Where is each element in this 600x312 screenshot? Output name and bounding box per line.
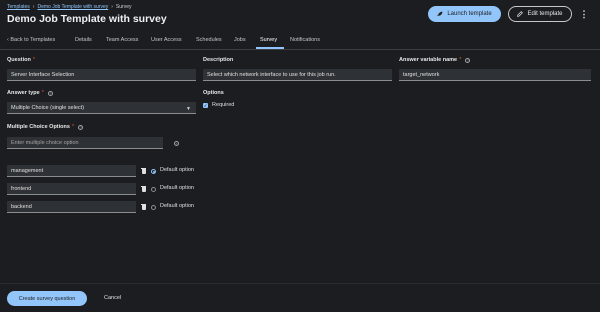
trash-icon[interactable] [141,203,146,210]
help-icon[interactable]: ? [47,90,53,96]
question-label: Question * [7,57,35,63]
pencil-icon [517,11,524,17]
options-label: Options [203,90,224,96]
create-survey-question-button[interactable]: Create survey question [7,291,87,306]
default-option-radio[interactable] [151,204,156,210]
answer-type-select[interactable]: Multiple Choice (single select) ▼ [7,102,196,114]
tab-jobs[interactable]: Jobs [234,37,246,43]
tab-bar: ‹ Back to Templates Details Team Access … [0,33,600,50]
tab-survey[interactable]: Survey [260,37,277,43]
default-option-label: Default option [160,185,194,191]
rocket-icon [437,11,443,17]
new-option-input[interactable]: Enter multiple choice option [7,137,163,149]
footer-divider [0,283,600,284]
question-input[interactable]: Server Interface Selection [7,69,196,81]
trash-icon[interactable] [141,167,146,174]
tab-details[interactable]: Details [75,37,92,43]
default-option-radio[interactable] [151,186,156,192]
default-option-radio[interactable] [151,168,156,174]
default-option-label: Default option [160,203,194,209]
breadcrumb-template[interactable]: Demo Job Template with survey [37,4,108,10]
clear-icon[interactable]: × [174,141,179,146]
page-title: Demo Job Template with survey [7,13,167,25]
chevron-right-icon: › [111,4,113,10]
default-option-label: Default option [160,167,194,173]
help-icon[interactable]: ? [78,124,84,130]
kebab-menu-icon[interactable]: ⋮ [579,6,589,22]
required-checkbox[interactable]: ✓ [203,103,208,108]
tab-back-to-templates[interactable]: ‹ Back to Templates [7,37,55,43]
tab-notifications[interactable]: Notifications [290,37,320,43]
required-checkbox-label: Required [212,102,235,108]
caret-down-icon: ▼ [186,106,191,112]
tab-user-access[interactable]: User Access [151,37,182,43]
edit-template-label: Edit template [527,11,563,17]
launch-template-button[interactable]: Launch template [428,6,501,22]
option-input[interactable]: frontend [7,183,136,195]
answer-type-label: Answer type * ? [7,90,53,96]
answer-type-value: Multiple Choice (single select) [11,104,85,111]
launch-template-label: Launch template [447,11,492,17]
edit-template-button[interactable]: Edit template [508,6,572,22]
variable-name-label: Answer variable name * ? [399,57,471,63]
description-input[interactable]: Select which network interface to use fo… [203,69,392,81]
tab-schedules[interactable]: Schedules [196,37,222,43]
variable-name-input[interactable]: target_network [399,69,591,81]
cancel-button[interactable]: Cancel [104,295,121,301]
chevron-right-icon: › [32,4,35,10]
description-label: Description [203,57,234,63]
trash-icon[interactable] [141,185,146,192]
page-header: Templates › Demo Job Template with surve… [0,0,600,33]
breadcrumb: Templates › Demo Job Template with surve… [7,4,131,10]
tab-team-access[interactable]: Team Access [106,37,138,43]
mc-options-label: Multiple Choice Options * ? [7,124,84,130]
option-input[interactable]: management [7,165,136,177]
breadcrumb-templates[interactable]: Templates [7,4,30,10]
help-icon[interactable]: ? [465,57,471,63]
breadcrumb-current: Survey [115,4,132,10]
option-input[interactable]: backend [7,201,136,213]
active-tab-indicator [256,47,284,49]
